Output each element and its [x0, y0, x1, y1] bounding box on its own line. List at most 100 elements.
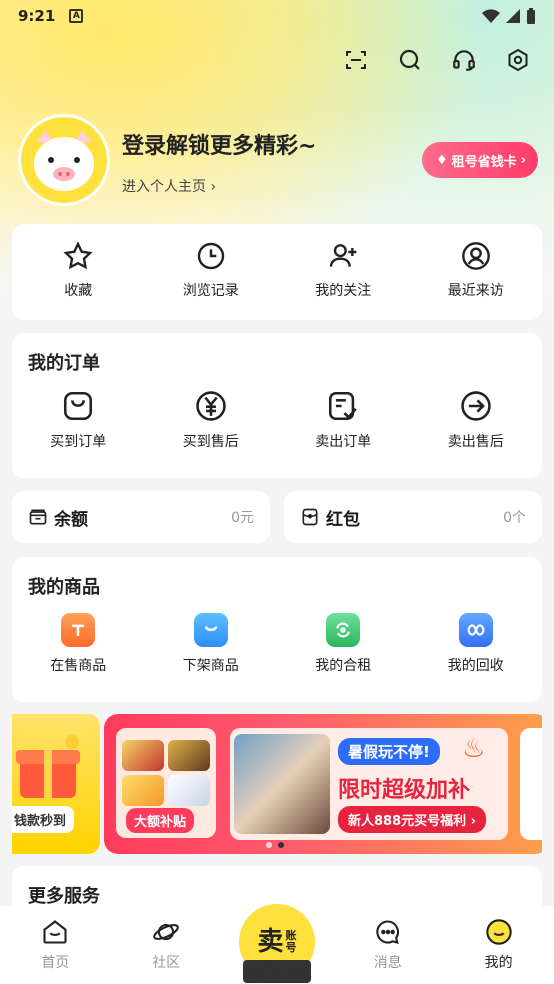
scan-icon[interactable] [342, 46, 370, 74]
user-circle-icon [461, 242, 490, 270]
wallet-icon [29, 509, 47, 525]
order-item-sold[interactable]: 卖出订单 [277, 389, 410, 451]
red-envelope-icon [302, 508, 318, 526]
orders-panel: 我的订单 买到订单 买到售后 卖出订单 卖出售后 [12, 333, 542, 478]
tab-mine[interactable]: 我的 [443, 918, 554, 972]
sell-small-label-2: 号 [285, 941, 297, 954]
order-item-bought[interactable]: 买到订单 [12, 389, 145, 451]
headset-icon[interactable] [450, 46, 478, 74]
balance-value: 0元 [231, 510, 254, 526]
subsidy-tag: 大额补贴 [126, 808, 195, 833]
bag-icon [64, 391, 93, 421]
goods-panel: 我的商品 在售商品 下架商品 我的合租 我的回收 [12, 557, 542, 702]
bottom-tab-bar: 首页 社区 卖 账 号 全网高价 消息 我的 [0, 904, 554, 984]
star-icon [63, 241, 93, 270]
message-icon [376, 920, 399, 944]
quick-item-label: 最近来访 [447, 283, 504, 299]
banner-subsidy-card[interactable]: 大额补贴 [116, 728, 216, 838]
sell-big-label: 卖 [257, 927, 284, 957]
profile-link-label: 进入个人主页 [122, 179, 206, 195]
profile-section: 登录解锁更多精彩~ 进入个人主页 › ♦ 租号省钱卡 › [18, 114, 538, 208]
quick-item-favorites[interactable]: 收藏 [12, 240, 145, 320]
game-thumbnails [122, 740, 210, 806]
order-item-bought-aftersale[interactable]: 买到售后 [145, 389, 278, 451]
banner-next-card[interactable] [520, 728, 542, 840]
gift-icon [16, 735, 80, 798]
banner-left-slide[interactable]: 钱款秒到 [12, 714, 100, 854]
flame-icon: ♨ [462, 734, 486, 764]
carousel-dot-active [278, 842, 284, 848]
status-bar: 9:21 A [0, 0, 554, 32]
carousel-dot [266, 842, 272, 848]
tab-community[interactable]: 社区 [111, 918, 222, 972]
order-item-sold-aftersale[interactable]: 卖出售后 [410, 389, 543, 451]
carousel-dots [266, 842, 284, 848]
banner-left-label: 钱款秒到 [12, 806, 75, 833]
quick-item-label: 我的关注 [315, 283, 372, 299]
order-item-label: 卖出售后 [447, 434, 504, 450]
on-sale-icon [61, 613, 96, 647]
quick-item-history[interactable]: 浏览记录 [145, 240, 278, 320]
planet-icon [153, 923, 180, 941]
smile-icon [485, 919, 512, 945]
savings-card-button[interactable]: ♦ 租号省钱卡 › [421, 142, 538, 178]
status-time: 9:21 [18, 7, 56, 25]
off-shelf-icon [193, 613, 228, 647]
newbie-offer-pill: 新人888元买号福利 › [338, 806, 487, 833]
banner-summer-card[interactable]: 暑假玩不停! ♨ 限时超级加补 新人888元买号福利 › [230, 728, 508, 840]
quick-item-label: 浏览记录 [182, 283, 239, 299]
quick-item-visitors[interactable]: 最近来访 [410, 240, 543, 320]
tab-label: 我的 [484, 955, 513, 971]
search-icon[interactable] [396, 46, 424, 74]
sell-sub-label: 全网高价 [242, 960, 311, 983]
notification-icon: A [69, 9, 84, 23]
goods-item-label: 下架商品 [182, 658, 239, 674]
diamond-icon: ♦ [435, 152, 448, 168]
recycle-icon [458, 613, 493, 647]
edit-icon [329, 391, 357, 421]
savings-card-label: 租号省钱卡 [451, 154, 517, 170]
goods-item-off-shelf[interactable]: 下架商品 [145, 613, 278, 675]
settings-icon[interactable] [504, 46, 532, 74]
tab-label: 首页 [41, 955, 70, 971]
order-item-label: 买到订单 [50, 434, 107, 450]
profile-link[interactable]: 进入个人主页 › [122, 176, 216, 196]
quick-item-following[interactable]: 我的关注 [277, 240, 410, 320]
order-item-label: 卖出订单 [315, 434, 372, 450]
goods-item-recycle[interactable]: 我的回收 [410, 613, 543, 675]
goods-item-shared-rent[interactable]: 我的合租 [277, 613, 410, 675]
goods-item-on-sale[interactable]: 在售商品 [12, 613, 145, 675]
goods-item-label: 在售商品 [50, 658, 107, 674]
arrow-right-circle-icon [461, 391, 491, 421]
user-plus-icon [330, 244, 357, 267]
tab-messages[interactable]: 消息 [332, 918, 443, 972]
wifi-icon [482, 9, 500, 23]
quick-item-label: 收藏 [64, 283, 93, 299]
balance-title: 余额 [54, 509, 88, 530]
redpack-value: 0个 [503, 510, 526, 526]
chevron-right-icon: › [520, 152, 526, 168]
shared-rent-icon [326, 613, 361, 647]
order-item-label: 买到售后 [182, 434, 239, 450]
goods-item-label: 我的合租 [315, 658, 372, 674]
chevron-right-icon: › [210, 179, 217, 195]
signal-icon [506, 9, 520, 23]
game-artwork [234, 734, 330, 834]
redpack-card[interactable]: 红包 0个 [284, 491, 542, 543]
avatar[interactable] [18, 114, 110, 206]
goods-item-label: 我的回收 [447, 658, 504, 674]
login-title[interactable]: 登录解锁更多精彩~ [122, 128, 316, 160]
tab-label: 消息 [373, 955, 402, 971]
orders-title: 我的订单 [28, 353, 100, 374]
tab-home[interactable]: 首页 [0, 918, 111, 972]
tab-label: 社区 [152, 955, 181, 971]
summer-pill: 暑假玩不停! [338, 738, 440, 765]
redpack-title: 红包 [326, 509, 360, 530]
chevron-right-icon: › [470, 814, 477, 829]
clock-icon [197, 242, 224, 270]
balance-card[interactable]: 余额 0元 [12, 491, 270, 543]
promo-banner-carousel[interactable]: 钱款秒到 大额补贴 暑假玩不停! ♨ 限时超级加补 新人888元买号福利 › [12, 714, 542, 854]
newbie-offer-label: 新人888元买号福利 [348, 814, 467, 829]
goods-title: 我的商品 [28, 577, 100, 598]
promo-headline: 限时超级加补 [338, 778, 471, 803]
